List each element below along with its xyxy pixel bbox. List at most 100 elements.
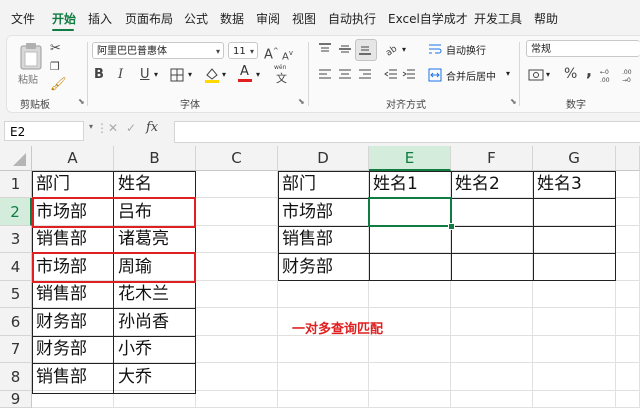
menu-help[interactable]: 帮助	[534, 10, 558, 27]
cell-d9[interactable]	[278, 391, 369, 408]
cell-c9[interactable]	[196, 391, 278, 408]
chevron-down-icon[interactable]: ▾	[256, 70, 260, 79]
cell-a5[interactable]: 销售部	[32, 281, 114, 308]
cell-f8[interactable]	[451, 363, 533, 391]
column-header-f[interactable]: F	[451, 146, 533, 171]
increase-font-size-icon[interactable]: A^	[264, 44, 279, 62]
cell-partial[interactable]	[616, 281, 640, 308]
column-header-b[interactable]: B	[114, 146, 196, 171]
menu-automate[interactable]: 自动执行	[328, 10, 376, 27]
name-box[interactable]: E2	[4, 121, 84, 141]
cell-e1[interactable]: 姓名1	[369, 171, 451, 198]
row-header-1[interactable]: 1	[0, 171, 32, 198]
cell-partial[interactable]	[616, 198, 640, 226]
column-header-e[interactable]: E	[369, 146, 451, 171]
cell-partial[interactable]	[616, 171, 640, 198]
select-all-corner[interactable]	[0, 146, 32, 171]
cell-b7[interactable]: 小乔	[114, 336, 196, 363]
middle-align-icon[interactable]	[338, 42, 352, 56]
menu-data[interactable]: 数据	[220, 10, 244, 27]
cell-g8[interactable]	[533, 363, 616, 391]
increase-decimal-icon[interactable]: ←0.00	[600, 66, 618, 84]
chevron-down-icon[interactable]: ▾	[222, 70, 226, 79]
cell-e4[interactable]	[369, 253, 451, 281]
cell-f2[interactable]	[451, 198, 533, 226]
underline-button[interactable]: U	[140, 68, 150, 82]
column-header-g[interactable]: G	[533, 146, 616, 171]
cell-c3[interactable]	[196, 226, 278, 253]
cell-e5[interactable]	[369, 281, 451, 308]
comma-style-button[interactable]: ,	[586, 63, 592, 79]
row-header-5[interactable]: 5	[0, 281, 32, 308]
row-header-8[interactable]: 8	[0, 363, 32, 391]
top-align-icon[interactable]	[318, 42, 332, 56]
cell-d3[interactable]: 销售部	[278, 226, 369, 253]
column-header-a[interactable]: A	[32, 146, 114, 171]
font-launcher-icon[interactable]: ⬊	[298, 97, 305, 106]
fill-handle[interactable]	[448, 223, 455, 230]
cell-g3[interactable]	[533, 226, 616, 253]
cell-g7[interactable]	[533, 336, 616, 363]
alignment-launcher-icon[interactable]: ⬊	[510, 97, 517, 106]
menu-review[interactable]: 审阅	[256, 10, 280, 27]
align-left-icon[interactable]	[318, 68, 332, 82]
cell-c1[interactable]	[196, 171, 278, 198]
cut-icon[interactable]: ✂	[50, 42, 61, 56]
cell-f6[interactable]	[451, 308, 533, 336]
row-header-2[interactable]: 2	[0, 198, 32, 226]
cell-b8[interactable]: 大乔	[114, 363, 196, 391]
column-header-c[interactable]: C	[196, 146, 278, 171]
cell-g4[interactable]	[533, 253, 616, 281]
cell-a2[interactable]: 市场部	[32, 198, 114, 226]
cell-a9[interactable]	[32, 391, 114, 408]
wrap-text-button[interactable]: 自动换行	[428, 40, 498, 58]
borders-icon[interactable]	[170, 68, 184, 82]
active-cell-border[interactable]	[368, 197, 452, 227]
column-header-partial[interactable]	[616, 146, 640, 171]
chevron-down-icon[interactable]: ▾	[89, 122, 93, 131]
cell-b6[interactable]: 孙尚香	[114, 308, 196, 336]
cell-g9[interactable]	[533, 391, 616, 408]
cell-a7[interactable]: 财务部	[32, 336, 114, 363]
cell-b4[interactable]: 周瑜	[114, 253, 196, 281]
paste-button[interactable]: 粘贴	[16, 42, 46, 86]
italic-button[interactable]: I	[118, 68, 123, 82]
chevron-down-icon[interactable]: ▾	[546, 70, 550, 79]
percent-style-button[interactable]: %	[564, 67, 577, 81]
cell-c8[interactable]	[196, 363, 278, 391]
chevron-down-icon[interactable]: ▾	[188, 70, 192, 79]
row-header-7[interactable]: 7	[0, 336, 32, 363]
cell-f3[interactable]	[451, 226, 533, 253]
menu-page-layout[interactable]: 页面布局	[125, 10, 173, 27]
row-header-4[interactable]: 4	[0, 253, 32, 281]
row-header-6[interactable]: 6	[0, 308, 32, 336]
cell-b3[interactable]: 诸葛亮	[114, 226, 196, 253]
cell-f7[interactable]	[451, 336, 533, 363]
menu-excel-self-study[interactable]: Excel自学成才	[388, 10, 468, 27]
menu-developer[interactable]: 开发工具	[474, 10, 522, 27]
menu-view[interactable]: 视图	[292, 10, 316, 27]
cell-d8[interactable]	[278, 363, 369, 391]
cell-e8[interactable]	[369, 363, 451, 391]
cell-a3[interactable]: 销售部	[32, 226, 114, 253]
cell-partial[interactable]	[616, 391, 640, 408]
cell-d2[interactable]: 市场部	[278, 198, 369, 226]
row-header-3[interactable]: 3	[0, 226, 32, 253]
cell-a8[interactable]: 销售部	[32, 363, 114, 391]
column-header-d[interactable]: D	[278, 146, 369, 171]
menu-file[interactable]: 文件	[11, 10, 35, 27]
menu-insert[interactable]: 插入	[88, 10, 112, 27]
cell-d5[interactable]	[278, 281, 369, 308]
orientation-icon[interactable]: ab	[384, 42, 400, 56]
bottom-align-button[interactable]	[355, 39, 377, 61]
cancel-icon[interactable]: ✕	[108, 121, 118, 135]
decrease-font-size-icon[interactable]: Av	[282, 46, 293, 64]
font-color-icon[interactable]: A	[238, 64, 252, 84]
bold-button[interactable]: B	[94, 68, 104, 82]
cell-d1[interactable]: 部门	[278, 171, 369, 198]
cell-f1[interactable]: 姓名2	[451, 171, 533, 198]
cell-g2[interactable]	[533, 198, 616, 226]
cell-c4[interactable]	[196, 253, 278, 281]
decrease-decimal-icon[interactable]: .00→0	[622, 66, 640, 84]
align-center-icon[interactable]	[338, 68, 352, 82]
